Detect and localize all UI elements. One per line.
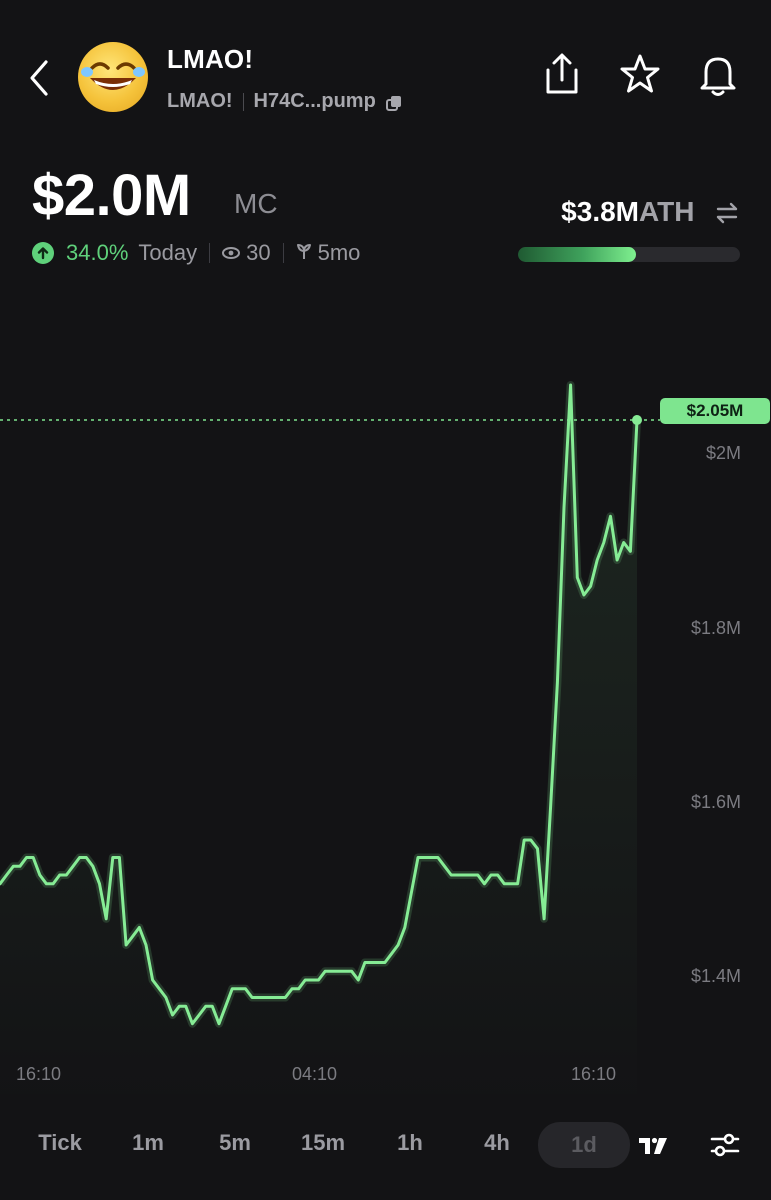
- ath-toggle[interactable]: [712, 198, 742, 228]
- timeframe-tick[interactable]: Tick: [25, 1130, 95, 1156]
- market-cap-unit: MC: [234, 188, 278, 219]
- change-period: Today: [138, 240, 198, 265]
- share-icon: [546, 53, 578, 94]
- tradingview-icon: [639, 1137, 667, 1154]
- tradingview-button[interactable]: [636, 1128, 670, 1162]
- favorite-button[interactable]: [618, 50, 662, 100]
- token-address[interactable]: H74C...pump: [254, 90, 376, 113]
- bell-icon: [700, 57, 736, 96]
- y-tick-label: $1.6M: [690, 792, 741, 812]
- chevron-left-icon: [30, 60, 48, 96]
- timeframe-4h[interactable]: 4h: [462, 1130, 532, 1156]
- token-meta: LMAO! H74C...pump: [167, 90, 402, 113]
- token-avatar: [78, 42, 148, 112]
- chart-settings-button[interactable]: [708, 1128, 742, 1162]
- change-percent: 34.0%: [66, 240, 129, 265]
- x-tick-label: 04:10: [292, 1064, 338, 1084]
- x-tick-label: 16:10: [571, 1064, 617, 1084]
- token-symbol: LMAO!: [167, 90, 233, 112]
- divider: [242, 92, 244, 111]
- token-name: LMAO!: [167, 44, 254, 74]
- stats-row: 34.0% Today 30 5mo: [32, 240, 360, 266]
- ath-progress-fill: [518, 247, 636, 262]
- copy-icon[interactable]: [385, 94, 402, 111]
- ath-label: ATH: [639, 196, 695, 227]
- share-button[interactable]: [540, 50, 584, 100]
- price-chart[interactable]: [0, 340, 771, 1110]
- current-price-label: $2.05M: [660, 398, 770, 424]
- y-tick-label: $1.8M: [690, 618, 741, 638]
- alert-button[interactable]: [696, 50, 740, 100]
- settings-sliders-icon: [710, 1133, 740, 1157]
- timeframe-1h[interactable]: 1h: [375, 1130, 445, 1156]
- y-tick-label: $1.4M: [690, 966, 741, 986]
- eye-icon: [222, 240, 241, 266]
- star-icon: [620, 54, 660, 93]
- swap-icon: [716, 202, 738, 224]
- ath-progress-bar: [518, 247, 740, 262]
- arrow-up-icon: [32, 242, 54, 264]
- market-cap-value: $2.0M: [32, 163, 191, 228]
- y-tick-label: $2M: [705, 443, 741, 463]
- back-button[interactable]: [22, 56, 58, 100]
- timeframe-15m[interactable]: 15m: [288, 1130, 358, 1156]
- ath-value: $3.8M: [561, 196, 639, 227]
- divider: [209, 243, 211, 263]
- x-tick-label: 16:10: [16, 1064, 62, 1084]
- timeframe-1d[interactable]: 1d: [538, 1122, 630, 1168]
- laughing-emoji-icon: [81, 62, 145, 90]
- sprout-icon: [296, 240, 312, 266]
- timeframe-5m[interactable]: 5m: [200, 1130, 270, 1156]
- view-count: 30: [246, 240, 271, 265]
- chart-area-fill: [0, 385, 637, 1110]
- divider: [282, 243, 284, 263]
- token-age: 5mo: [317, 240, 361, 265]
- current-price-dot: [632, 415, 642, 425]
- timeframe-1m[interactable]: 1m: [113, 1130, 183, 1156]
